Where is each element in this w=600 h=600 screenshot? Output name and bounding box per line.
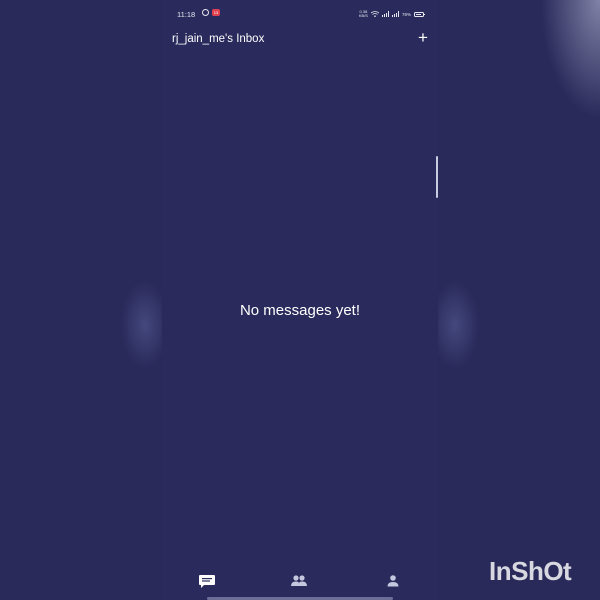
status-bar: 11:18 13 0.38 KB/S 76% bbox=[162, 8, 438, 22]
status-system-icons: 0.38 KB/S 76% bbox=[359, 10, 425, 18]
status-time: 11:18 bbox=[177, 10, 196, 19]
battery-fill bbox=[416, 13, 421, 15]
bottom-nav bbox=[162, 568, 438, 594]
nav-item-profile[interactable] bbox=[382, 572, 404, 590]
inshot-watermark: InShOt bbox=[489, 556, 572, 586]
add-message-button[interactable]: + bbox=[414, 28, 432, 48]
scrollbar[interactable] bbox=[436, 156, 438, 198]
nav-item-inbox[interactable] bbox=[196, 572, 218, 590]
net-speed: 0.38 KB/S bbox=[359, 10, 368, 18]
battery-percent: 76% bbox=[401, 11, 411, 17]
phone-screen: 11:18 13 0.38 KB/S 76% rj_jain_me's Inbo… bbox=[162, 0, 438, 600]
person-icon bbox=[387, 575, 399, 587]
signal-strength-icon bbox=[381, 11, 389, 17]
people-icon bbox=[291, 575, 307, 586]
signal-strength-icon-2 bbox=[391, 11, 399, 17]
page-title: rj_jain_me's Inbox bbox=[172, 33, 265, 45]
wifi-icon bbox=[370, 11, 379, 17]
corner-glow bbox=[540, 0, 600, 120]
battery-icon bbox=[414, 11, 425, 17]
whatsapp-icon bbox=[202, 9, 209, 16]
chat-icon bbox=[199, 575, 215, 588]
nav-item-friends[interactable] bbox=[288, 572, 310, 590]
video-frame: 11:18 13 0.38 KB/S 76% rj_jain_me's Inbo… bbox=[0, 0, 600, 600]
notification-badge-icon: 13 bbox=[212, 9, 220, 16]
net-speed-unit: KB/S bbox=[358, 13, 368, 18]
status-notification-icons: 13 bbox=[202, 9, 220, 16]
empty-state-message: No messages yet! bbox=[239, 302, 361, 319]
